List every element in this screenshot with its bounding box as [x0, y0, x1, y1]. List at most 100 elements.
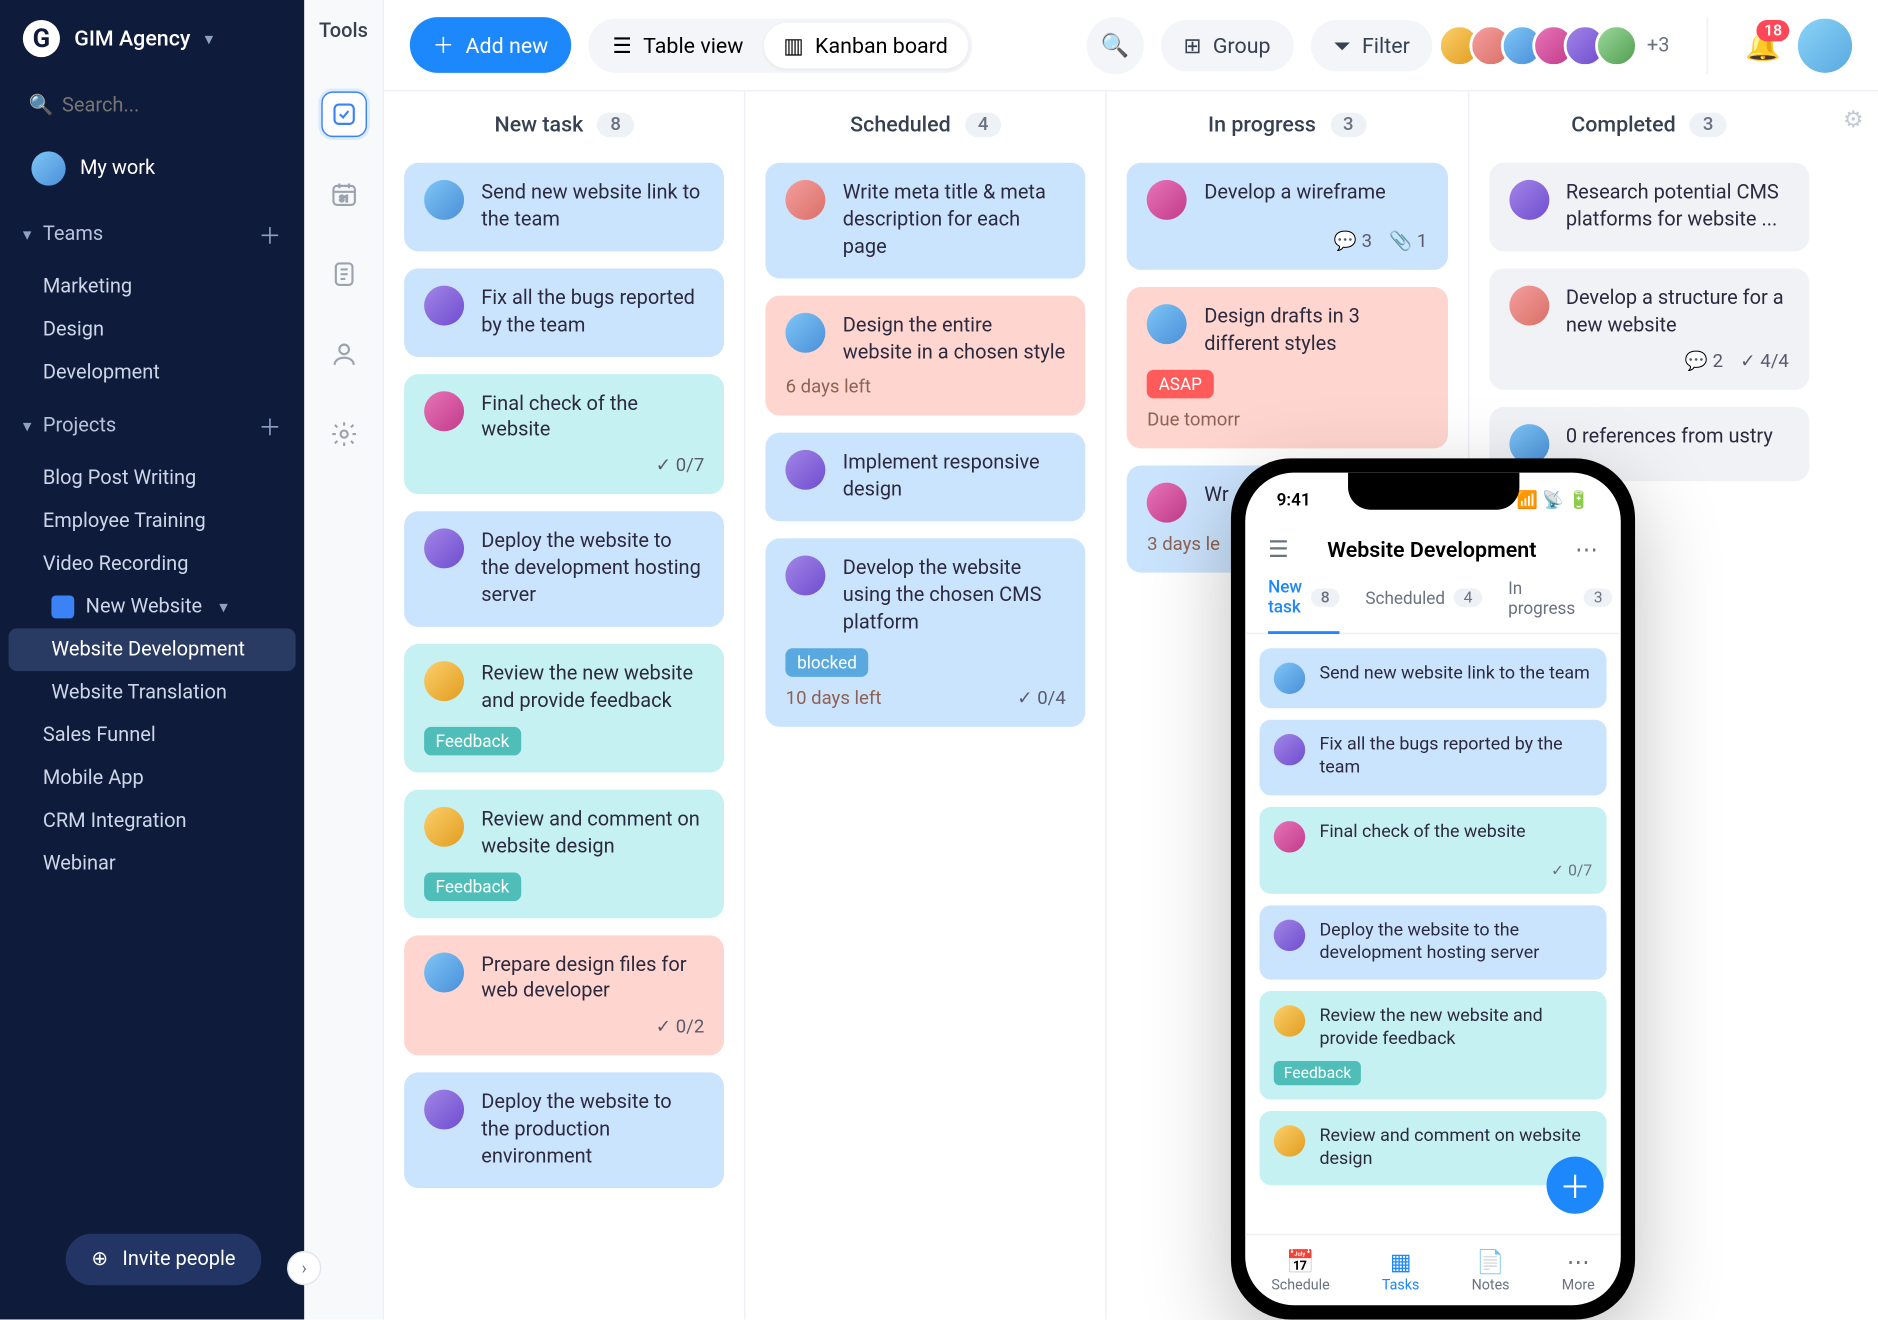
- people-tool-icon[interactable]: [321, 331, 367, 377]
- phone-tabs: New task8 Scheduled4 In progress3: [1245, 577, 1621, 634]
- chevron-down-icon: ▾: [219, 597, 228, 617]
- task-card[interactable]: Develop the website using the chosen CMS…: [766, 539, 1086, 727]
- task-card[interactable]: Research potential CMS platforms for web…: [1489, 163, 1809, 251]
- task-title: Prepare design files for web developer: [481, 952, 704, 1006]
- task-title: Design the entire website in a chosen st…: [843, 312, 1066, 366]
- sidebar-subpage-item[interactable]: Website Translation: [0, 671, 304, 714]
- workspace-switcher[interactable]: G GIM Agency ▾: [0, 0, 304, 77]
- sidebar-folder-item[interactable]: New Website▾: [0, 585, 304, 628]
- phone-task-card[interactable]: Final check of the website✓ 0/7: [1259, 806, 1606, 893]
- assignee-avatar: [424, 529, 464, 569]
- assignee-avatar: [1147, 304, 1187, 344]
- board-settings-icon[interactable]: ⚙: [1829, 91, 1878, 1319]
- add-new-button[interactable]: ＋ Add new: [410, 17, 571, 73]
- task-card[interactable]: Deploy the website to the production env…: [404, 1073, 724, 1188]
- calendar-tool-icon[interactable]: 31: [321, 171, 367, 217]
- task-card[interactable]: Prepare design files for web developer ✓ …: [404, 935, 724, 1056]
- task-title: Deploy the website to the development ho…: [481, 529, 704, 610]
- sidebar-project-item[interactable]: CRM Integration: [0, 800, 304, 843]
- notifications-button[interactable]: 🔔 18: [1745, 28, 1781, 62]
- task-card[interactable]: Final check of the website✓ 0/7: [404, 374, 724, 495]
- table-view-button[interactable]: ☰ Table view: [593, 22, 764, 68]
- assignee-avatar: [424, 180, 464, 220]
- phone-card-list: Send new website link to the team Fix all…: [1245, 634, 1621, 1234]
- sidebar-project-item[interactable]: Webinar: [0, 843, 304, 886]
- phone-task-card[interactable]: Review the new website and provide feedb…: [1259, 991, 1606, 1099]
- kanban-column: New task8Send new website link to the te…: [384, 91, 746, 1319]
- hamburger-icon[interactable]: ☰: [1268, 536, 1288, 563]
- column-title: New task: [495, 111, 584, 137]
- projects-section-header[interactable]: ▾Projects ＋: [0, 394, 304, 457]
- assignee-avatar: [424, 807, 464, 847]
- sidebar-project-item[interactable]: Blog Post Writing: [0, 457, 304, 500]
- task-title: 0 references from ustry: [1566, 423, 1773, 450]
- kanban-view-label: Kanban board: [815, 32, 948, 58]
- sidebar-project-item[interactable]: Mobile App: [0, 757, 304, 800]
- add-team-icon[interactable]: ＋: [258, 217, 281, 251]
- phone-nav-item[interactable]: ▦Tasks: [1382, 1247, 1419, 1293]
- phone-time: 9:41: [1277, 490, 1311, 510]
- phone-tab[interactable]: Scheduled4: [1365, 577, 1482, 633]
- task-card[interactable]: Deploy the website to the development ho…: [404, 512, 724, 627]
- more-icon[interactable]: ⋯: [1575, 536, 1598, 563]
- phone-task-card[interactable]: Send new website link to the team: [1259, 648, 1606, 708]
- task-card[interactable]: Fix all the bugs reported by the team: [404, 268, 724, 356]
- task-card[interactable]: Implement responsive design: [766, 433, 1086, 521]
- add-project-icon[interactable]: ＋: [258, 408, 281, 442]
- task-title: Research potential CMS platforms for web…: [1566, 180, 1789, 234]
- comments-count: 💬 3: [1334, 231, 1372, 252]
- phone-nav-item[interactable]: 📅Schedule: [1271, 1247, 1329, 1293]
- task-card[interactable]: Design drafts in 3 different stylesASAPD…: [1127, 287, 1447, 448]
- sidebar-team-item[interactable]: Marketing: [0, 266, 304, 309]
- collapse-sidebar-button[interactable]: ›: [287, 1251, 321, 1285]
- phone-tab[interactable]: In progress3: [1508, 577, 1612, 633]
- sidebar-project-item[interactable]: Sales Funnel: [0, 714, 304, 757]
- filter-label: Filter: [1362, 32, 1410, 58]
- task-title: Final check of the website: [1319, 820, 1525, 843]
- task-title: Develop the website using the chosen CMS…: [843, 556, 1066, 637]
- tasks-tool-icon[interactable]: [321, 91, 367, 137]
- phone-task-card[interactable]: Deploy the website to the development ho…: [1259, 905, 1606, 980]
- filter-button[interactable]: ⏷ Filter: [1311, 19, 1433, 70]
- task-card[interactable]: Send new website link to the team: [404, 163, 724, 251]
- nav-label: Schedule: [1271, 1277, 1329, 1293]
- assignee-avatar: [1274, 919, 1305, 950]
- assignee-avatar: [1274, 663, 1305, 694]
- current-user-avatar[interactable]: [1798, 18, 1852, 72]
- sidebar-subpage-item[interactable]: Website Development: [9, 628, 296, 671]
- phone-tab[interactable]: New task8: [1268, 577, 1340, 634]
- checklist-progress: ✓ 0/2: [656, 1017, 705, 1038]
- task-card[interactable]: Review and comment on website designFeed…: [404, 789, 724, 917]
- task-card[interactable]: Review the new website and provide feedb…: [404, 644, 724, 772]
- collaborator-avatars[interactable]: +3: [1450, 24, 1670, 67]
- settings-tool-icon[interactable]: [321, 411, 367, 457]
- search-input-wrapper[interactable]: 🔍: [14, 86, 290, 126]
- notes-tool-icon[interactable]: [321, 251, 367, 297]
- task-card[interactable]: Design the entire website in a chosen st…: [766, 295, 1086, 416]
- nav-icon: ⋯: [1567, 1247, 1590, 1274]
- sidebar-project-item[interactable]: Employee Training: [0, 500, 304, 543]
- invite-people-button[interactable]: ⊕ Invite people: [66, 1234, 262, 1285]
- phone-task-card[interactable]: Fix all the bugs reported by the team: [1259, 720, 1606, 795]
- search-input[interactable]: [62, 94, 276, 117]
- kanban-board: New task8Send new website link to the te…: [384, 91, 1878, 1319]
- group-button[interactable]: ⊞ Group: [1161, 19, 1294, 70]
- task-card[interactable]: Develop a structure for a new website💬 2…: [1489, 268, 1809, 389]
- task-card[interactable]: Write meta title & meta description for …: [766, 163, 1086, 278]
- phone-nav-item[interactable]: 📄Notes: [1472, 1247, 1510, 1293]
- task-card[interactable]: Develop a wireframe💬 3📎 1: [1127, 163, 1447, 270]
- sidebar-team-item[interactable]: Design: [0, 308, 304, 351]
- my-work-link[interactable]: My work: [9, 140, 296, 197]
- sidebar-project-item[interactable]: Video Recording: [0, 543, 304, 586]
- teams-section-header[interactable]: ▾Teams ＋: [0, 203, 304, 266]
- search-button[interactable]: 🔍: [1086, 16, 1143, 73]
- due-date: 6 days left: [786, 378, 871, 399]
- kanban-view-button[interactable]: ▥ Kanban board: [763, 22, 967, 68]
- tab-label: In progress: [1508, 578, 1575, 618]
- sidebar-team-item[interactable]: Development: [0, 351, 304, 394]
- due-date: 10 days left: [786, 688, 882, 709]
- checklist-progress: ✓ 0/7: [656, 456, 705, 477]
- phone-nav-item[interactable]: ⋯More: [1562, 1247, 1595, 1293]
- phone-add-button[interactable]: ＋: [1547, 1157, 1604, 1214]
- phone-bottom-nav: 📅Schedule ▦Tasks 📄Notes ⋯More: [1245, 1234, 1621, 1305]
